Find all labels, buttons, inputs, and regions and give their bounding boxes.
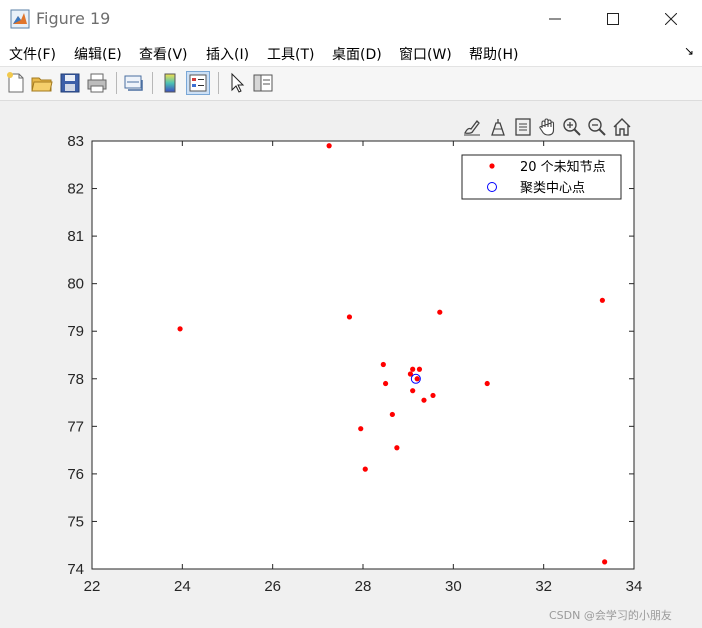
unknown-node-point [389,411,395,418]
y-tick-label: 79 [67,323,84,340]
unknown-node-point [362,466,368,472]
y-tick-label: 75 [67,513,84,530]
x-tick-label: 28 [355,578,372,595]
unknown-node-point [410,366,416,372]
plot-axes [91,140,635,570]
legend[interactable]: 20 个未知节点 聚类中心点 [461,154,622,200]
x-tick-label: 30 [445,578,462,595]
unknown-node-point [326,143,332,149]
y-tick-label: 83 [67,133,84,150]
x-tick-label: 26 [264,578,281,595]
x-tick-label: 32 [535,578,552,595]
y-tick-label: 74 [67,561,84,578]
unknown-node-point [394,445,400,451]
unknown-node-point [414,376,420,382]
legend-entry-center: 聚类中心点 [520,181,585,196]
scatter-plot: 22 24 26 28 30 32 34 74 75 76 77 78 79 80 81 82 83 20 个… [67,133,643,595]
y-tick-label: 77 [67,418,84,435]
unknown-node-point [416,366,423,372]
unknown-node-point [380,361,386,368]
x-tick-label: 24 [174,578,191,595]
y-tick-label: 81 [67,228,84,245]
watermark: CSDN @会学习的小朋友 [549,609,672,622]
legend-entry-nodes: 20 个未知节点 [520,159,606,175]
unknown-node-point [177,326,183,332]
unknown-node-point [484,380,490,387]
unknown-node-point [599,297,605,303]
unknown-node-point [421,397,427,403]
x-tick-label: 34 [626,578,643,595]
unknown-node-point [382,380,389,387]
y-tick-label: 82 [67,181,84,198]
unknown-node-point [602,559,608,565]
x-tick-label: 22 [84,578,101,595]
x-tick-labels: 22 24 26 28 30 32 34 [84,578,643,595]
y-tick-labels: 74 75 76 77 78 79 80 81 82 83 [67,133,84,578]
unknown-node-point [410,388,416,394]
unknown-node-point [358,426,364,432]
unknown-node-point [430,392,436,399]
unknown-node-point [437,309,443,315]
y-tick-label: 80 [67,276,84,293]
legend-marker-dot [489,163,495,169]
y-tick-label: 76 [67,466,84,483]
y-tick-label: 78 [67,371,84,388]
unknown-node-point [346,314,353,320]
